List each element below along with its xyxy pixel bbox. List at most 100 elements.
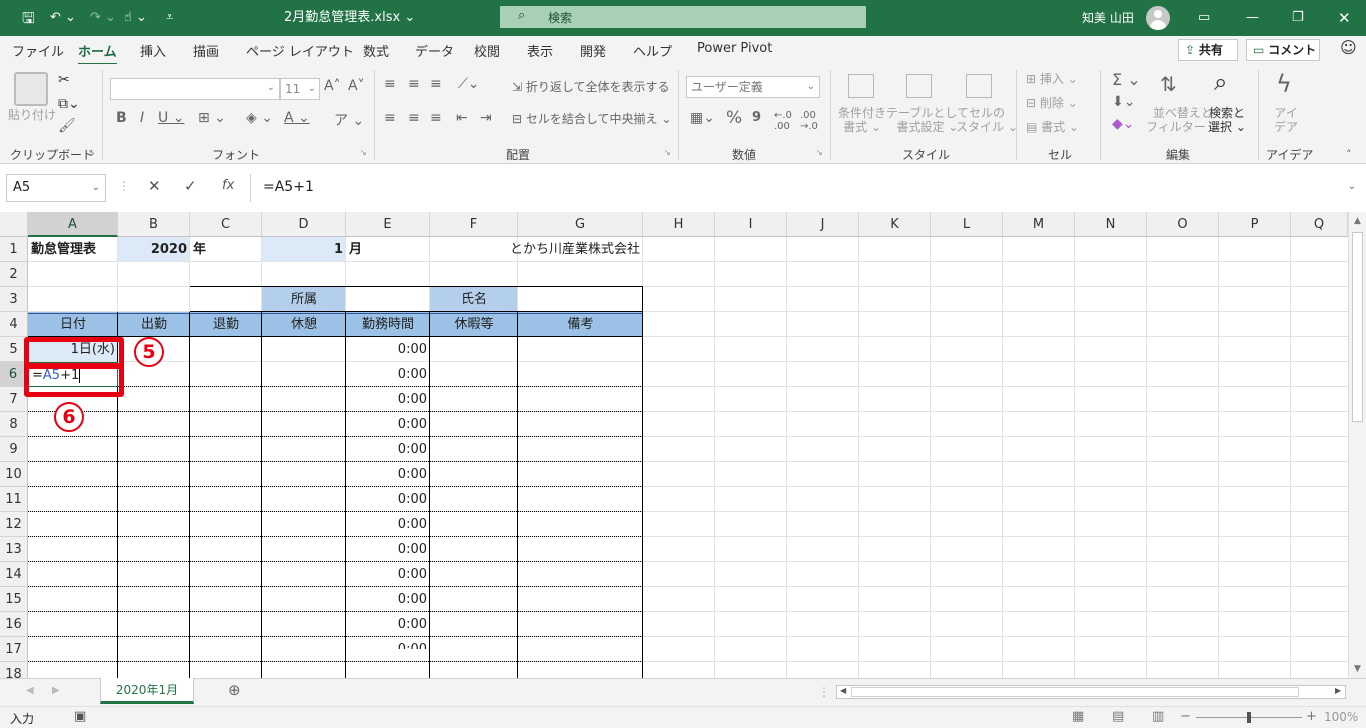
zoom-level[interactable]: 100% bbox=[1324, 710, 1358, 724]
column-header-d[interactable]: D bbox=[262, 212, 346, 237]
horizontal-scrollbar[interactable]: ◀ ▶ bbox=[836, 685, 1346, 699]
comment-button[interactable]: ▭ コメント bbox=[1246, 39, 1320, 61]
column-header-m[interactable]: M bbox=[1003, 212, 1075, 237]
worksheet[interactable]: ABCDEFGHIJKLMNOPQ 1 2 3 4 5 6 7 8 9 10 11 12 13 14 15 1… bbox=[0, 212, 1366, 678]
name-box[interactable]: A5 ⌄ bbox=[6, 174, 106, 202]
collapse-ribbon-icon[interactable]: ˄ bbox=[1346, 148, 1352, 161]
cell-e12[interactable]: 0:00 bbox=[346, 512, 430, 537]
menu-page-layout[interactable]: ページ レイアウト bbox=[246, 41, 354, 60]
formula-input[interactable]: =A5+1 ⌄ bbox=[250, 174, 1362, 202]
scroll-right-icon[interactable]: ▶ bbox=[1335, 686, 1341, 695]
column-header-f[interactable]: F bbox=[430, 212, 518, 237]
row-header-17[interactable]: 17 bbox=[0, 637, 28, 662]
smiley-icon[interactable]: ☺ bbox=[1340, 38, 1357, 57]
fill-icon[interactable]: ⬇⌄ bbox=[1112, 94, 1135, 110]
redo-icon[interactable]: ↷ ⌄ bbox=[90, 0, 116, 36]
clipboard-launcher-icon[interactable]: ↘ bbox=[88, 148, 95, 157]
column-header-j[interactable]: J bbox=[787, 212, 859, 237]
close-icon[interactable]: ✕ bbox=[1338, 0, 1351, 36]
page-break-view-icon[interactable]: ▥ bbox=[1152, 709, 1164, 724]
delete-cells-button[interactable]: ⊟ 削除 ⌄ bbox=[1026, 96, 1078, 110]
menu-developer[interactable]: 開発 bbox=[580, 41, 606, 60]
ideas-icon[interactable]: ϟ bbox=[1276, 70, 1292, 98]
font-name-box[interactable]: ⌄ bbox=[110, 78, 280, 100]
row-header-1[interactable]: 1 bbox=[0, 237, 28, 262]
cell-e8[interactable]: 0:00 bbox=[346, 412, 430, 437]
menu-data[interactable]: データ bbox=[415, 41, 454, 60]
align-center-icon[interactable]: ≡ bbox=[408, 110, 420, 126]
cell-d1[interactable]: 1 bbox=[262, 237, 346, 262]
font-size-box[interactable]: 11 ⌄ bbox=[280, 78, 320, 100]
column-header-g[interactable]: G bbox=[518, 212, 643, 237]
align-bottom-icon[interactable]: ≡ bbox=[430, 76, 442, 92]
cell-e6[interactable]: 0:00 bbox=[346, 362, 430, 387]
borders-icon[interactable]: ⊞ ⌄ bbox=[198, 110, 226, 126]
row-header-9[interactable]: 9 bbox=[0, 437, 28, 462]
format-cells-button[interactable]: ▤ 書式 ⌄ bbox=[1026, 120, 1079, 134]
merge-center-button[interactable]: ⊟ セルを結合して中央揃え ⌄ bbox=[512, 110, 671, 127]
cancel-icon[interactable]: ✕ bbox=[148, 177, 161, 195]
select-all-corner[interactable] bbox=[0, 212, 28, 237]
column-header-o[interactable]: O bbox=[1147, 212, 1219, 237]
menu-file[interactable]: ファイル bbox=[12, 41, 64, 60]
horizontal-scroll-thumb[interactable] bbox=[851, 687, 1299, 697]
menu-review[interactable]: 校閲 bbox=[474, 41, 500, 60]
zoom-in-icon[interactable]: + bbox=[1306, 709, 1317, 724]
scroll-down-icon[interactable]: ▼ bbox=[1354, 664, 1361, 674]
paste-icon[interactable] bbox=[14, 72, 48, 106]
row-header-2[interactable]: 2 bbox=[0, 262, 28, 287]
cell-e16[interactable]: 0:00 bbox=[346, 612, 430, 637]
number-launcher-icon[interactable]: ↘ bbox=[816, 148, 823, 157]
row-header-3[interactable]: 3 bbox=[0, 287, 28, 312]
cell-b1[interactable]: 2020 bbox=[118, 237, 190, 262]
menu-power-pivot[interactable]: Power Pivot bbox=[697, 41, 772, 56]
find-select-button[interactable]: 検索と 選択 ⌄ bbox=[1208, 106, 1246, 134]
alignment-launcher-icon[interactable]: ↘ bbox=[664, 148, 671, 157]
restore-icon[interactable]: ❐ bbox=[1292, 0, 1304, 36]
cell-e9[interactable]: 0:00 bbox=[346, 437, 430, 462]
zoom-slider-thumb[interactable] bbox=[1247, 712, 1251, 723]
format-painter-icon[interactable]: 🖌 bbox=[58, 118, 76, 134]
cell-d4[interactable]: 休憩 bbox=[262, 312, 346, 337]
sheet-tab-active[interactable]: 2020年1月 bbox=[100, 678, 194, 704]
cell-styles-icon[interactable] bbox=[966, 74, 992, 98]
copy-icon[interactable]: ⧉⌄ bbox=[58, 96, 80, 112]
column-header-b[interactable]: B bbox=[118, 212, 190, 237]
decrease-decimal-icon[interactable]: .00 →.0 bbox=[800, 110, 818, 132]
cell-f4[interactable]: 休暇等 bbox=[430, 312, 518, 337]
cell-e4[interactable]: 勤務時間 bbox=[346, 312, 430, 337]
cell-c4[interactable]: 退勤 bbox=[190, 312, 262, 337]
row-header-16[interactable]: 16 bbox=[0, 612, 28, 637]
cell-e11[interactable]: 0:00 bbox=[346, 487, 430, 512]
column-header-n[interactable]: N bbox=[1075, 212, 1147, 237]
search-box[interactable]: ⌕ 検索 bbox=[500, 6, 866, 28]
cut-icon[interactable]: ✂ bbox=[58, 72, 70, 88]
row-header-14[interactable]: 14 bbox=[0, 562, 28, 587]
insert-cells-button[interactable]: ⊞ 挿入 ⌄ bbox=[1026, 72, 1078, 86]
save-icon[interactable]: 🖫 bbox=[22, 0, 35, 36]
row-header-12[interactable]: 12 bbox=[0, 512, 28, 537]
add-sheet-icon[interactable]: ⊕ bbox=[228, 681, 241, 699]
find-select-icon[interactable]: ⌕ bbox=[1214, 68, 1227, 96]
cell-e7[interactable]: 0:00 bbox=[346, 387, 430, 412]
paste-label[interactable]: 貼り付け bbox=[8, 108, 56, 122]
menu-home[interactable]: ホーム bbox=[78, 41, 117, 66]
format-table-icon[interactable] bbox=[906, 74, 932, 98]
page-layout-view-icon[interactable]: ▤ bbox=[1112, 709, 1124, 724]
cell-styles-button[interactable]: セルの スタイル ⌄ bbox=[956, 106, 1018, 134]
row-header-8[interactable]: 8 bbox=[0, 412, 28, 437]
column-header-l[interactable]: L bbox=[931, 212, 1003, 237]
menu-view[interactable]: 表示 bbox=[527, 41, 553, 60]
increase-decimal-icon[interactable]: ←.0.00 bbox=[774, 110, 792, 132]
file-title[interactable]: 2月勤怠管理表.xlsx ⌄ bbox=[284, 0, 415, 36]
cell-a4[interactable]: 日付 bbox=[28, 312, 118, 337]
customize-qat-icon[interactable]: ⩡ bbox=[166, 0, 173, 36]
percent-icon[interactable]: % bbox=[726, 108, 742, 128]
avatar[interactable] bbox=[1146, 6, 1170, 30]
font-color-icon[interactable]: A ⌄ bbox=[284, 110, 310, 126]
row-header-11[interactable]: 11 bbox=[0, 487, 28, 512]
cell-e14[interactable]: 0:00 bbox=[346, 562, 430, 587]
column-header-i[interactable]: I bbox=[715, 212, 787, 237]
share-button[interactable]: ⇪ 共有 bbox=[1178, 39, 1238, 61]
align-middle-icon[interactable]: ≡ bbox=[408, 76, 420, 92]
